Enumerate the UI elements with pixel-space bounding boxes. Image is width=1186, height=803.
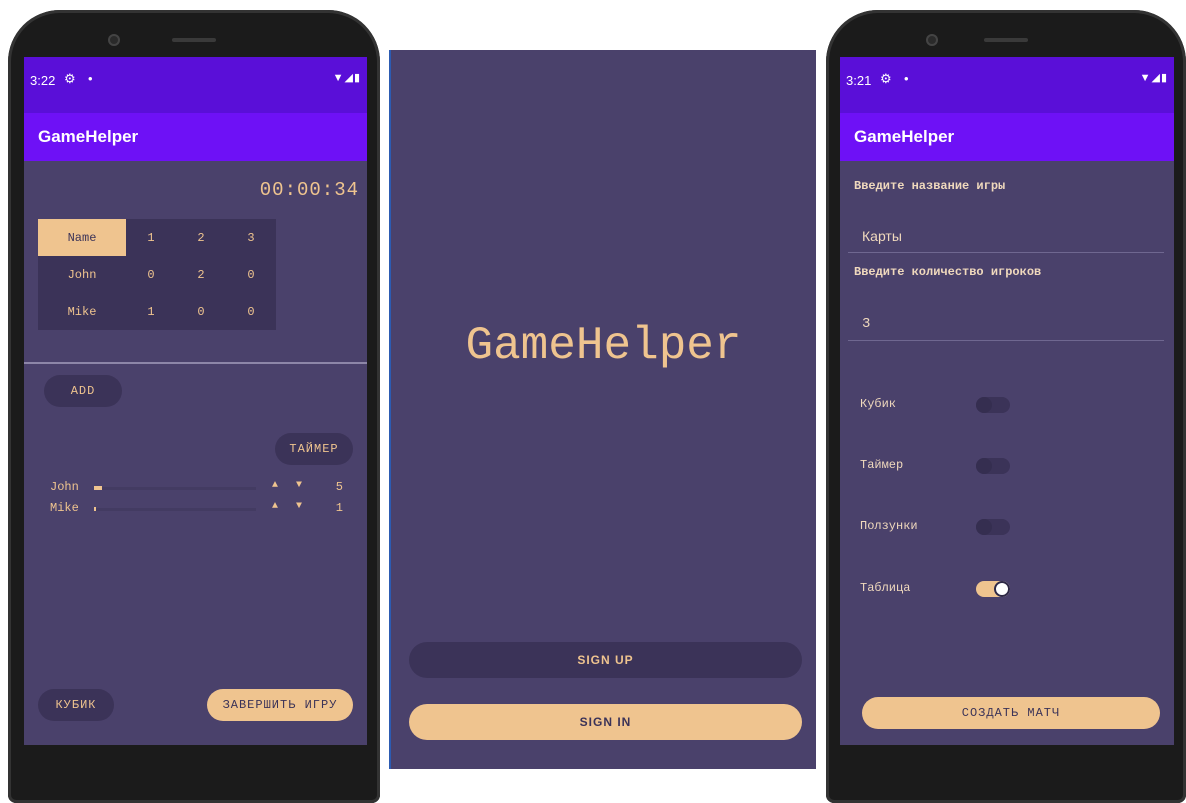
- toggle-knob[interactable]: [976, 519, 992, 535]
- toggle-label: Таблица: [860, 581, 911, 595]
- table-header-cell[interactable]: 3: [226, 219, 276, 256]
- front-camera: [926, 34, 938, 46]
- table-cell[interactable]: John: [38, 256, 126, 293]
- timer-button[interactable]: ТАЙМЕР: [275, 433, 353, 465]
- increment-decrement-icons[interactable]: ▲ ▼: [272, 480, 308, 491]
- app-logo-title: GameHelper: [465, 320, 742, 372]
- table-cell[interactable]: 2: [176, 256, 226, 293]
- score-table: Name 1 2 3 John 0 2 0 Mike 1 0 0: [38, 219, 276, 330]
- slider-row-mike: Mike ▲ ▼ 1: [50, 501, 349, 517]
- finish-game-button[interactable]: ЗАВЕРШИТЬ ИГРУ: [207, 689, 353, 721]
- table-header-cell[interactable]: 2: [176, 219, 226, 256]
- game-screen: 3:22 ⚙ • ▼◢▮ GameHelper 00:00:34 Name 1 …: [24, 57, 367, 745]
- game-timer: 00:00:34: [259, 179, 359, 201]
- notification-dot-icon: •: [904, 71, 909, 86]
- toggle-knob[interactable]: [994, 581, 1010, 597]
- table-row: John 0 2 0: [38, 256, 276, 293]
- section-divider: [24, 362, 367, 364]
- score-slider[interactable]: [94, 507, 256, 511]
- status-time: 3:21: [846, 73, 872, 88]
- status-bar: 3:22 ⚙ • ▼◢▮: [24, 57, 367, 113]
- toggle-row-table: Таблица: [860, 581, 1010, 597]
- table-header-cell[interactable]: Name: [38, 219, 126, 256]
- game-name-input[interactable]: Карты: [848, 219, 1164, 253]
- sign-in-button[interactable]: SIGN IN: [409, 704, 802, 740]
- wifi-signal-battery-icon: ▼◢▮: [1139, 72, 1168, 84]
- slider-fill[interactable]: [94, 486, 102, 490]
- slider-player-name: Mike: [50, 501, 79, 515]
- status-time: 3:22: [30, 73, 56, 88]
- app-title: GameHelper: [24, 113, 367, 161]
- add-button[interactable]: ADD: [44, 375, 122, 407]
- login-screen: GameHelper SIGN UP SIGN IN: [389, 50, 816, 769]
- speaker: [984, 38, 1028, 42]
- table-cell[interactable]: 1: [126, 293, 176, 330]
- toggle-knob[interactable]: [976, 397, 992, 413]
- wifi-signal-battery-icon: ▼◢▮: [332, 72, 361, 84]
- slider-value: 1: [335, 501, 343, 515]
- table-cell[interactable]: Mike: [38, 293, 126, 330]
- table-cell[interactable]: 0: [226, 256, 276, 293]
- speaker: [172, 38, 216, 42]
- table-cell[interactable]: 0: [176, 293, 226, 330]
- dice-toggle[interactable]: [976, 397, 1010, 413]
- slider-value: 5: [335, 480, 343, 494]
- settings-icon: ⚙: [880, 71, 892, 86]
- status-bar: 3:21 ⚙ • ▼◢▮: [840, 57, 1174, 113]
- left-phone: 3:22 ⚙ • ▼◢▮ GameHelper 00:00:34 Name 1 …: [8, 10, 380, 803]
- toggle-row-timer: Таймер: [860, 458, 1010, 474]
- slider-fill[interactable]: [94, 507, 96, 511]
- sign-up-button[interactable]: SIGN UP: [409, 642, 802, 678]
- slider-player-name: John: [50, 480, 79, 494]
- create-match-button[interactable]: СОЗДАТЬ МАТЧ: [862, 697, 1160, 729]
- table-row: Mike 1 0 0: [38, 293, 276, 330]
- table-cell[interactable]: 0: [126, 256, 176, 293]
- right-phone: 3:21 ⚙ • ▼◢▮ GameHelper Введите название…: [826, 10, 1186, 803]
- table-header-row: Name 1 2 3: [38, 219, 276, 256]
- toggle-row-dice: Кубик: [860, 397, 1010, 413]
- toggle-label: Ползунки: [860, 519, 918, 533]
- players-count-input[interactable]: 3: [848, 307, 1164, 341]
- toggle-row-sliders: Ползунки: [860, 519, 1010, 535]
- table-toggle[interactable]: [976, 581, 1010, 597]
- notification-dot-icon: •: [88, 71, 93, 86]
- timer-toggle[interactable]: [976, 458, 1010, 474]
- sliders-toggle[interactable]: [976, 519, 1010, 535]
- app-title: GameHelper: [840, 113, 1174, 161]
- toggle-label: Таймер: [860, 458, 904, 472]
- dice-button[interactable]: КУБИК: [38, 689, 114, 721]
- score-slider[interactable]: [94, 486, 256, 490]
- players-count-label: Введите количество игроков: [854, 265, 1042, 279]
- create-match-screen: 3:21 ⚙ • ▼◢▮ GameHelper Введите название…: [840, 57, 1174, 745]
- toggle-knob[interactable]: [976, 458, 992, 474]
- table-cell[interactable]: 0: [226, 293, 276, 330]
- game-name-label: Введите название игры: [854, 179, 1006, 193]
- table-header-cell[interactable]: 1: [126, 219, 176, 256]
- slider-row-john: John ▲ ▼ 5: [50, 480, 349, 496]
- settings-icon: ⚙: [64, 71, 76, 86]
- toggle-label: Кубик: [860, 397, 897, 411]
- front-camera: [108, 34, 120, 46]
- increment-decrement-icons[interactable]: ▲ ▼: [272, 501, 308, 512]
